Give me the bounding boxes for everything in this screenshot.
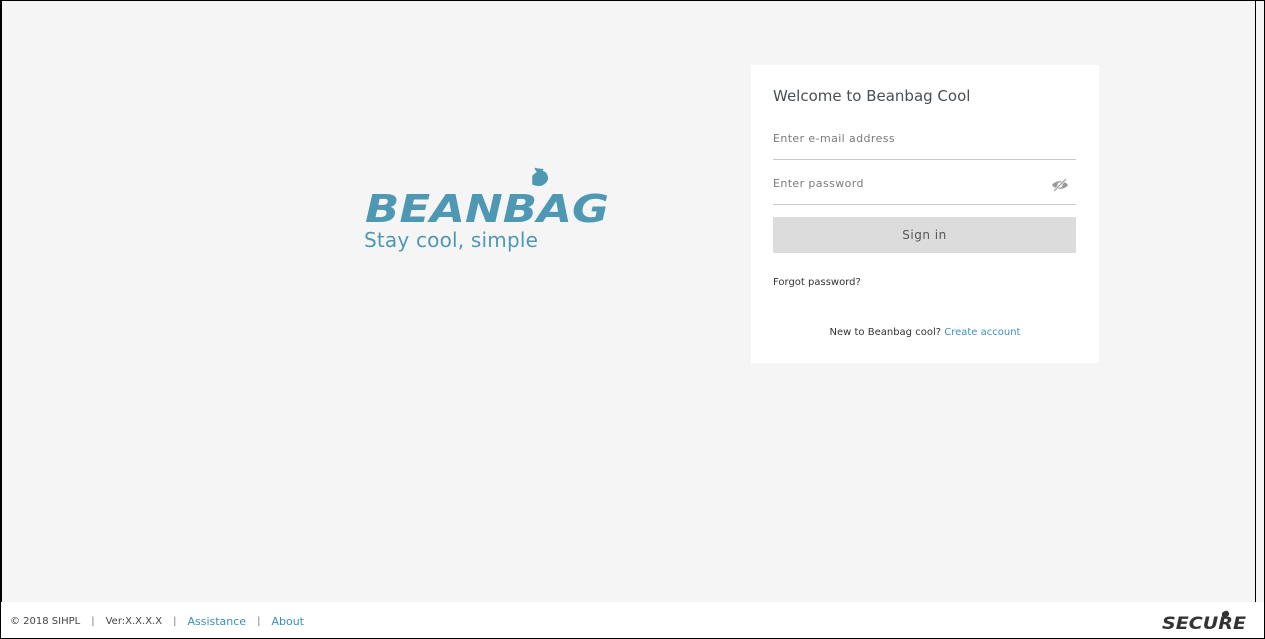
about-link[interactable]: About (271, 615, 304, 628)
brand-tagline: Stay cool, simple (364, 228, 539, 252)
assistance-link[interactable]: Assistance (187, 615, 246, 628)
footer-separator: | (173, 616, 177, 627)
login-card: Welcome to Beanbag Cool Sign in Forgot p… (751, 65, 1099, 363)
beanbag-logo-text: BEANBAG (365, 187, 609, 231)
bird-icon (532, 167, 549, 187)
footer-separator: | (91, 616, 95, 627)
secure-logo: SECURE (1162, 610, 1246, 633)
email-field-wrapper (773, 123, 1076, 160)
version-text: Ver:X.X.X.X (105, 616, 163, 627)
new-user-text: New to Beanbag cool? (829, 327, 942, 338)
forgot-password-link[interactable]: Forgot password? (773, 277, 861, 288)
beanbag-logo: BEANBAG (365, 167, 609, 231)
copyright-text: © 2018 SIHPL (10, 616, 81, 627)
brand-block: BEANBAG Stay cool, simple (363, 166, 633, 266)
password-input[interactable] (773, 168, 1033, 198)
sign-in-button[interactable]: Sign in (773, 217, 1076, 253)
app-window: BEANBAG Stay cool, simple Welcome to Bea… (0, 0, 1265, 639)
secure-logo-text: SECURE (1162, 614, 1246, 633)
password-field-wrapper (773, 168, 1076, 205)
login-title: Welcome to Beanbag Cool (773, 87, 971, 105)
email-input[interactable] (773, 123, 1033, 153)
eye-slash-icon[interactable] (1050, 178, 1070, 192)
new-user-prompt: New to Beanbag cool? Create account (751, 327, 1099, 338)
footer-links: © 2018 SIHPL | Ver:X.X.X.X | Assistance … (10, 615, 304, 628)
footer-separator: | (257, 616, 261, 627)
secure-bird-icon (1222, 610, 1230, 617)
create-account-link[interactable]: Create account (944, 327, 1020, 338)
footer: © 2018 SIHPL | Ver:X.X.X.X | Assistance … (1, 602, 1264, 638)
